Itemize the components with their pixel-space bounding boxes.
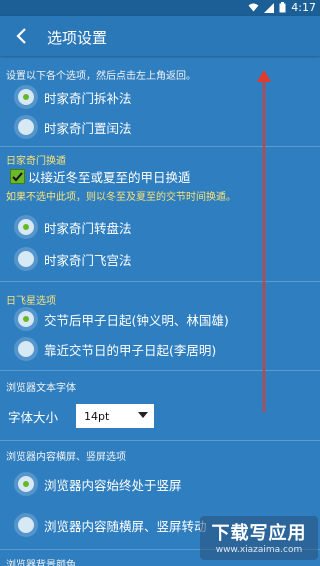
back-button[interactable] — [8, 22, 36, 50]
jiaqi-note: 如果不选中此项，则以冬至及夏至的交节时间换遁。 — [6, 192, 236, 203]
radio-option-portrait[interactable]: 浏览器内容始终处于竖屏 — [14, 472, 182, 496]
radio-label: 时家奇门转盘法 — [44, 220, 132, 236]
watermark-url: www.xiazaima.com — [215, 545, 303, 555]
status-icons: 4:17 — [248, 1, 316, 14]
status-bar: 4:17 — [0, 0, 320, 16]
font-size-value: 14pt — [84, 409, 110, 423]
radio-halo — [14, 307, 38, 331]
radio-option-jiaojie[interactable]: 交节后甲子日起(钟义明、林国雄) — [14, 307, 229, 331]
radio-button[interactable] — [18, 251, 34, 267]
radio-button[interactable] — [18, 341, 34, 357]
radio-label: 时家奇门飞宫法 — [44, 252, 132, 268]
radio-option-zhuanpan[interactable]: 时家奇门转盘法 — [14, 215, 132, 239]
settings-list[interactable]: 设置以下各个选项，然后点击左上角返回。 时家奇门拆补法 时家奇门置闰法 日家奇门… — [0, 56, 320, 566]
chevron-down-icon — [138, 412, 149, 418]
radio-label: 浏览器内容始终处于竖屏 — [44, 477, 182, 493]
app-bar: 选项设置 — [0, 16, 320, 56]
radio-halo — [14, 513, 38, 537]
radio-label: 靠近交节日的甲子日起(李居明) — [44, 342, 217, 358]
status-time: 4:17 — [291, 1, 316, 14]
checkbox-checked[interactable] — [10, 169, 25, 184]
font-size-row: 字体大小 14pt — [8, 404, 155, 428]
section-browser-orientation: 浏览器内容横屏、竖屏选项 — [6, 452, 126, 463]
wifi-icon — [248, 3, 259, 12]
radio-halo — [14, 115, 38, 139]
radio-button[interactable] — [18, 119, 34, 135]
font-size-select[interactable]: 14pt — [76, 404, 155, 428]
radio-label: 时家奇门置闰法 — [44, 120, 132, 136]
section-browser-font: 浏览器文本字体 — [6, 383, 76, 394]
watermark-logo: 下载写应用 www.xiazaima.com — [200, 516, 318, 560]
radio-halo — [14, 85, 38, 109]
radio-option-chaibu[interactable]: 时家奇门拆补法 — [14, 85, 132, 109]
radio-halo — [14, 215, 38, 239]
page-title: 选项设置 — [47, 29, 108, 47]
divider — [0, 370, 320, 371]
radio-button-checked[interactable] — [18, 219, 34, 235]
radio-button[interactable] — [18, 517, 34, 533]
battery-icon — [279, 2, 286, 13]
radio-label: 浏览器内容随横屏、竖屏转动 — [44, 518, 207, 534]
radio-halo — [14, 247, 38, 271]
radio-label: 交节后甲子日起(钟义明、林国雄) — [44, 312, 229, 328]
section-browser-bg: 浏览器背景颜色 — [6, 560, 76, 566]
divider — [0, 281, 320, 282]
annotation-arrow-line — [263, 80, 265, 412]
radio-button-checked[interactable] — [18, 476, 34, 492]
section-jiaqi: 日家奇门换遁 — [6, 156, 66, 167]
check-icon — [12, 171, 23, 181]
radio-option-rotate[interactable]: 浏览器内容随横屏、竖屏转动 — [14, 513, 207, 537]
signal-icon — [264, 2, 275, 13]
radio-button-checked[interactable] — [18, 311, 34, 327]
section-rifei: 日飞星选项 — [6, 296, 56, 307]
arrow-left-icon — [16, 28, 26, 44]
intro-hint: 设置以下各个选项，然后点击左上角返回。 — [6, 71, 196, 82]
watermark-title: 下载写应用 — [211, 523, 307, 544]
radio-halo — [14, 337, 38, 361]
radio-button-checked[interactable] — [18, 89, 34, 105]
checkbox-jiari[interactable]: 以接近冬至或夏至的甲日换遁 — [10, 167, 191, 186]
radio-option-kaojin[interactable]: 靠近交节日的甲子日起(李居明) — [14, 337, 216, 361]
radio-option-feigong[interactable]: 时家奇门飞宫法 — [14, 247, 132, 271]
checkbox-label: 以接近冬至或夏至的甲日换遁 — [28, 170, 191, 185]
radio-halo — [14, 472, 38, 496]
divider — [0, 146, 320, 147]
radio-label: 时家奇门拆补法 — [44, 90, 132, 106]
divider — [0, 440, 320, 441]
font-size-label: 字体大小 — [8, 409, 59, 425]
radio-option-zhirun[interactable]: 时家奇门置闰法 — [14, 115, 132, 139]
